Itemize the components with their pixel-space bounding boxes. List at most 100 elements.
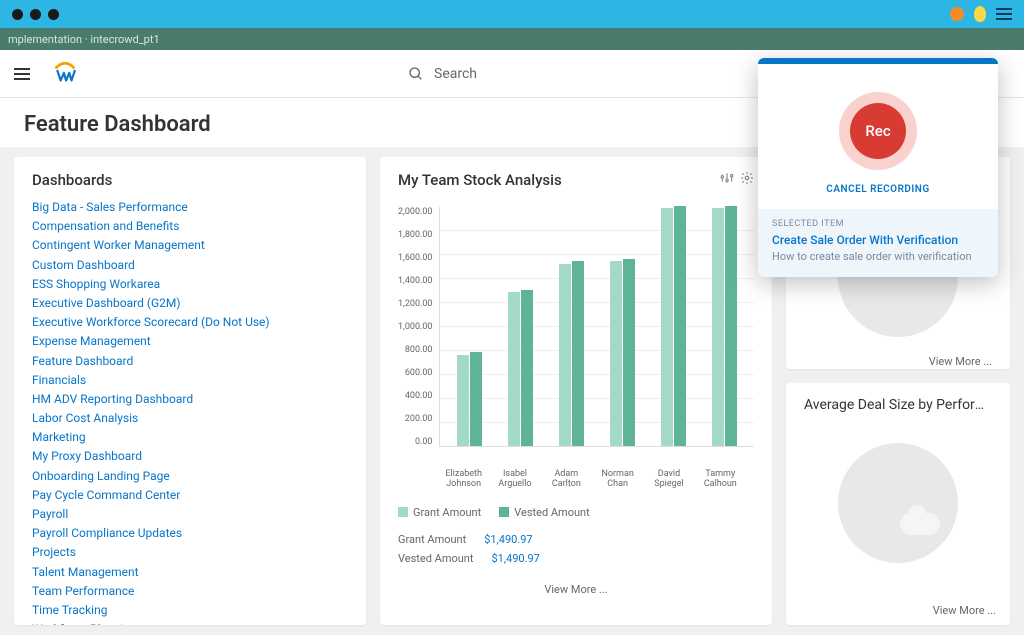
filter-icon[interactable] (720, 171, 734, 185)
dashboard-link[interactable]: Financials (32, 372, 348, 388)
dashboard-link[interactable]: Projects (32, 544, 348, 560)
bar-vested[interactable] (470, 352, 482, 446)
dashboard-link[interactable]: Expense Management (32, 333, 348, 349)
y-axis: 2,000.001,800.001,600.001,400.001,200.00… (398, 207, 439, 447)
chart-controls (720, 171, 754, 185)
window-dot[interactable] (12, 9, 23, 20)
environment-label: mplementation · intecrowd_pt1 (8, 33, 160, 46)
bar-vested[interactable] (725, 206, 737, 446)
bar-vested[interactable] (521, 290, 533, 446)
placeholder-graphic (838, 443, 958, 563)
x-label: ElizabethJohnson (438, 467, 489, 490)
chart-area: 2,000.001,800.001,600.001,400.001,200.00… (398, 207, 754, 467)
chart-plot (439, 207, 755, 447)
dashboard-link[interactable]: Talent Management (32, 564, 348, 580)
y-tick: 1,200.00 (398, 299, 433, 309)
dashboard-link[interactable]: Executive Dashboard (G2M) (32, 295, 348, 311)
dashboard-link[interactable]: ESS Shopping Workarea (32, 276, 348, 292)
x-label: NormanChan (592, 467, 643, 490)
window-dot[interactable] (48, 9, 59, 20)
dashboard-link[interactable]: HM ADV Reporting Dashboard (32, 391, 348, 407)
bar-grant[interactable] (610, 261, 622, 446)
dashboard-link[interactable]: Workforce Planning (32, 621, 348, 625)
view-more-link[interactable]: View More ... (804, 355, 992, 368)
y-tick: 1,400.00 (398, 276, 433, 286)
environment-bar: mplementation · intecrowd_pt1 (0, 28, 1024, 50)
recording-controls: Rec CANCEL RECORDING (758, 64, 998, 209)
menu-icon[interactable] (996, 8, 1012, 20)
selected-item-desc: How to create sale order with verificati… (772, 250, 984, 263)
swatch-grant-icon (398, 507, 408, 517)
hamburger-menu-icon[interactable] (14, 68, 30, 80)
vested-amount-value: $1,490.97 (491, 552, 539, 565)
vested-amount-label: Vested Amount (398, 552, 473, 565)
grant-amount-value: $1,490.97 (484, 533, 532, 546)
bar-group (652, 206, 695, 446)
bar-grant[interactable] (559, 264, 571, 446)
record-indicator-icon[interactable] (950, 7, 964, 21)
workday-logo[interactable] (52, 61, 78, 87)
dashboards-list: Big Data - Sales Performance Compensation… (32, 199, 348, 625)
dashboards-panel: Dashboards Big Data - Sales Performance C… (14, 157, 366, 625)
x-label: DavidSpiegel (643, 467, 694, 490)
y-tick: 2,000.00 (398, 207, 433, 217)
window-dot[interactable] (30, 9, 41, 20)
bar-group (703, 206, 746, 446)
bar-grant[interactable] (508, 292, 520, 446)
selected-item-panel: SELECTED ITEM Create Sale Order With Ver… (758, 209, 998, 277)
legend-grant: Grant Amount (398, 506, 481, 519)
dashboard-link[interactable]: Big Data - Sales Performance (32, 199, 348, 215)
dashboard-link[interactable]: Payroll Compliance Updates (32, 525, 348, 541)
bar-group (601, 259, 644, 446)
gear-icon[interactable] (740, 171, 754, 185)
dashboard-link[interactable]: Custom Dashboard (32, 257, 348, 273)
y-tick: 400.00 (398, 391, 433, 401)
grant-amount-label: Grant Amount (398, 533, 466, 546)
chart-view-more[interactable]: View More ... (398, 583, 754, 596)
cancel-recording-button[interactable]: CANCEL RECORDING (826, 184, 929, 195)
dashboard-link[interactable]: Executive Workforce Scorecard (Do Not Us… (32, 314, 348, 330)
swatch-vested-icon (499, 507, 509, 517)
hint-bulb-icon[interactable] (974, 6, 986, 22)
dashboard-link[interactable]: Payroll (32, 506, 348, 522)
bar-vested[interactable] (623, 259, 635, 446)
selected-item-title[interactable]: Create Sale Order With Verification (772, 233, 984, 247)
dashboard-link[interactable]: Contingent Worker Management (32, 237, 348, 253)
dashboard-link[interactable]: Feature Dashboard (32, 353, 348, 369)
bar-group (550, 261, 593, 446)
y-tick: 1,000.00 (398, 322, 433, 332)
y-tick: 800.00 (398, 345, 433, 355)
x-label: AdamCarlton (541, 467, 592, 490)
bar-grant[interactable] (457, 355, 469, 446)
dashboard-link[interactable]: Compensation and Benefits (32, 218, 348, 234)
x-label: TammyCalhoun (695, 467, 746, 490)
right-panel-bottom: Average Deal Size by Performance View Mo… (786, 383, 1010, 625)
dashboards-title: Dashboards (32, 171, 348, 189)
legend-vested: Vested Amount (499, 506, 589, 519)
bar-vested[interactable] (572, 261, 584, 446)
window-right-controls (950, 6, 1012, 22)
dashboard-link[interactable]: Onboarding Landing Page (32, 468, 348, 484)
dashboard-link[interactable]: Marketing (32, 429, 348, 445)
bar-group (448, 352, 491, 446)
search-icon (408, 66, 424, 82)
bar-grant[interactable] (661, 208, 673, 446)
y-tick: 1,600.00 (398, 253, 433, 263)
dashboard-link[interactable]: My Proxy Dashboard (32, 448, 348, 464)
bar-vested[interactable] (674, 206, 686, 446)
y-tick: 0.00 (398, 437, 433, 447)
dashboard-link[interactable]: Team Performance (32, 583, 348, 599)
selected-item-label: SELECTED ITEM (772, 219, 984, 229)
traffic-lights (12, 9, 59, 20)
search-bar[interactable]: Search (408, 66, 477, 82)
chart-panel: My Team Stock Analysis 2,000.001,800.001… (380, 157, 772, 625)
x-axis-labels: ElizabethJohnsonIsabelArguelloAdamCarlto… (398, 467, 754, 490)
y-tick: 600.00 (398, 368, 433, 378)
dashboard-link[interactable]: Pay Cycle Command Center (32, 487, 348, 503)
dashboard-link[interactable]: Time Tracking (32, 602, 348, 618)
chart-legend: Grant Amount Vested Amount (398, 506, 754, 519)
bar-grant[interactable] (712, 208, 724, 446)
chart-title: My Team Stock Analysis (398, 171, 562, 189)
record-button[interactable]: Rec (850, 103, 906, 159)
dashboard-link[interactable]: Labor Cost Analysis (32, 410, 348, 426)
